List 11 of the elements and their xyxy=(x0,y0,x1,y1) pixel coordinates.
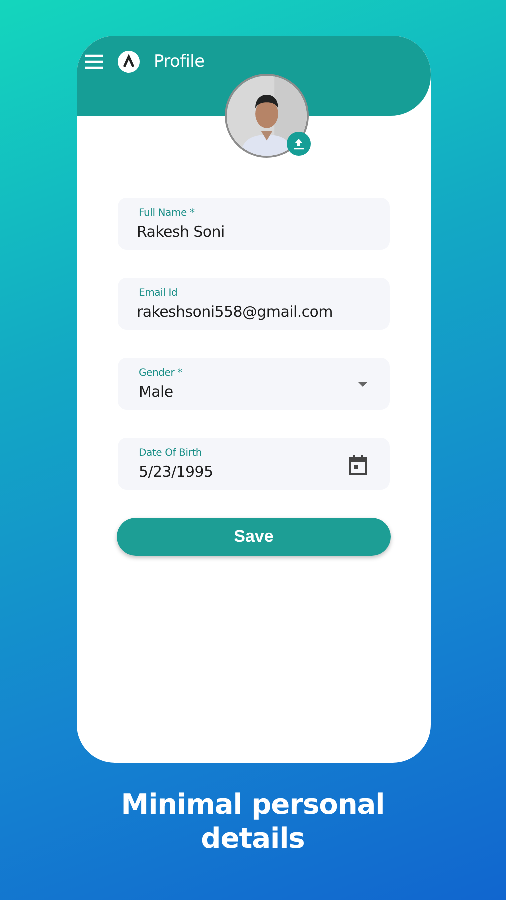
text-field[interactable]: Email Id rakeshsoni558@gmail.com xyxy=(118,278,390,330)
caption: Minimal personal details xyxy=(120,788,386,856)
calendar-icon[interactable] xyxy=(348,454,368,474)
upload-icon[interactable] xyxy=(287,132,311,156)
text-field[interactable]: Full Name * Rakesh Soni xyxy=(118,198,390,250)
dropdown-arrow-icon xyxy=(358,382,368,386)
date-field[interactable]: Date Of Birth 5/23/1995 xyxy=(118,438,390,490)
logo-icon xyxy=(118,51,140,73)
menu-icon[interactable] xyxy=(84,52,104,72)
screen-title: Profile xyxy=(154,51,205,73)
dropdown-field[interactable]: Gender * Male xyxy=(118,358,390,410)
